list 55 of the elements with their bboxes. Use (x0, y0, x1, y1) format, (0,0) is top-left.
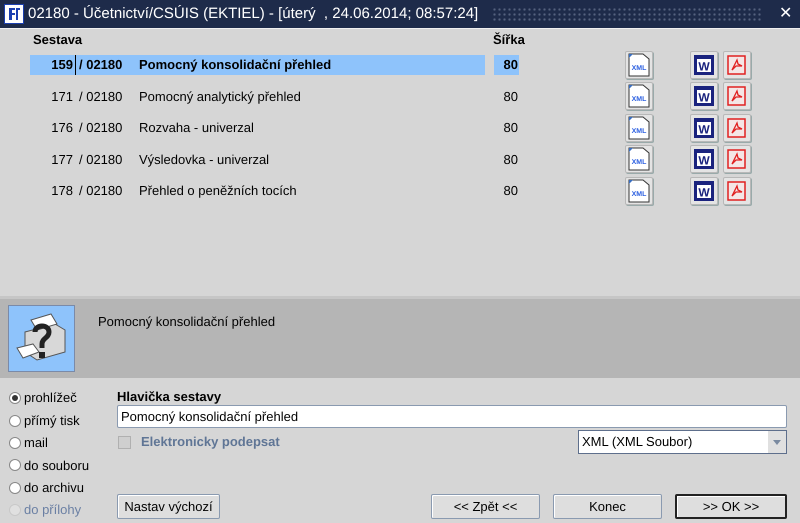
report-width: 80 (502, 182, 519, 200)
report-name: Rozvaha - univerzal (139, 119, 254, 137)
pdf-export-button[interactable] (723, 114, 751, 142)
pdf-icon (726, 116, 748, 139)
report-description: Pomocný konsolidační přehled (98, 313, 276, 331)
print-preview-tile[interactable] (8, 305, 75, 372)
output-radio[interactable]: prohlížeč (9, 387, 117, 410)
report-number: 176 (50, 119, 74, 137)
report-row[interactable]: 178 / 02180 Přehled o peněžních tocích (30, 180, 485, 201)
pdf-icon (726, 85, 748, 108)
output-radio[interactable]: přímý tisk (9, 409, 117, 432)
pdf-icon (726, 180, 748, 202)
report-width: 80 (494, 54, 519, 75)
report-code: / 02180 (78, 56, 124, 74)
format-dropdown[interactable]: XML (XML Soubor) (578, 430, 787, 454)
report-code: / 02180 (78, 88, 124, 106)
output-radio[interactable]: do archivu (9, 476, 117, 499)
window-title: 02180 - Účetnictví/CSÚIS (EKTIEL) - [úterý , 24.06.2014; 08:57:24] (28, 4, 478, 24)
report-header-field[interactable]: Pomocný konsolidační přehled (117, 405, 787, 428)
app-logo-icon (4, 4, 24, 24)
pdf-export-button[interactable] (723, 176, 751, 205)
report-row[interactable]: 159 / 02180 Pomocný konsolidační přehled (30, 54, 485, 75)
output-radio[interactable]: do souboru (9, 454, 117, 477)
pdf-icon (726, 148, 748, 170)
close-button[interactable]: ✕ (775, 2, 796, 26)
dialog-button[interactable]: >> OK >> (675, 494, 787, 519)
report-row[interactable]: 177 / 02180 Výsledovka - univerzal (30, 149, 485, 170)
report-width: 80 (502, 150, 519, 168)
report-code: / 02180 (78, 119, 124, 137)
pdf-icon (726, 54, 748, 76)
dialog-button[interactable]: Nastav výchozí (117, 494, 220, 519)
field-label: Hlavička sestavy (117, 388, 222, 405)
report-code: / 02180 (78, 182, 124, 200)
report-name: Výsledovka - univerzal (139, 150, 270, 169)
report-name: Pomocný konsolidační přehled (139, 56, 332, 74)
report-number: 178 (50, 182, 74, 200)
dropdown-caret-icon (773, 440, 781, 444)
report-number: 159 (30, 55, 76, 74)
report-name: Přehled o peněžních tocích (139, 182, 297, 200)
pdf-export-button[interactable] (723, 82, 751, 110)
report-code: / 02180 (78, 150, 124, 168)
pdf-export-button[interactable] (723, 145, 751, 174)
output-radio[interactable]: mail (9, 432, 117, 454)
report-number: 171 (50, 88, 74, 106)
dialog-button[interactable]: << Zpět << (431, 494, 540, 519)
report-row[interactable]: 171 / 02180 Pomocný analytický přehled (30, 86, 485, 106)
dialog-button[interactable]: Konec (553, 494, 662, 519)
report-width: 80 (502, 119, 519, 137)
column-header: Sestava (33, 30, 84, 48)
pdf-export-button[interactable] (723, 50, 751, 79)
report-width: 80 (502, 88, 519, 106)
report-row[interactable]: 176 / 02180 Rozvaha - univerzal (30, 118, 485, 138)
report-name: Pomocný analytický přehled (139, 88, 301, 106)
column-header: Šířka (493, 30, 525, 48)
report-number: 177 (50, 150, 74, 168)
